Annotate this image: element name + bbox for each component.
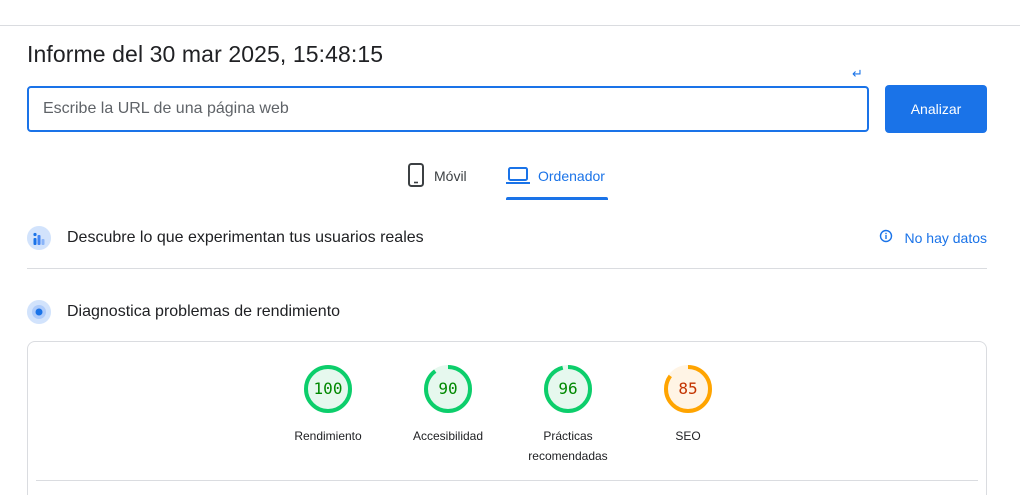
score-label: Rendimiento	[294, 429, 362, 443]
score-gauge-best-practices[interactable]: 96 Prácticas recomendadas	[513, 364, 623, 466]
tab-desktop[interactable]: Ordenador	[506, 162, 605, 200]
url-input[interactable]	[27, 86, 869, 132]
score-label: SEO	[675, 429, 701, 443]
crux-section-header: Descubre lo que experimentan tus usuario…	[27, 226, 987, 250]
analyze-button[interactable]: Analizar	[885, 85, 987, 133]
crux-section-title: Descubre lo que experimentan tus usuario…	[67, 229, 424, 246]
no-data-link[interactable]: No hay datos	[879, 229, 988, 246]
score-value: 96	[558, 379, 578, 398]
tab-mobile-label: Móvil	[434, 168, 467, 184]
lighthouse-icon	[27, 300, 51, 324]
diagnostics-section-title: Diagnostica problemas de rendimiento	[67, 303, 341, 320]
report-title: Informe del 30 mar 2025, 15:48:15	[27, 41, 384, 67]
score-label: Accesibilidad	[412, 429, 484, 443]
users-chart-icon	[27, 226, 51, 250]
score-value: 90	[438, 379, 458, 398]
score-gauge-performance[interactable]: 100 Rendimiento	[273, 364, 383, 446]
phone-icon	[406, 162, 426, 193]
score-ring: 96	[543, 364, 593, 414]
top-divider	[0, 25, 1020, 26]
score-ring: 85	[663, 364, 713, 414]
laptop-icon	[506, 162, 530, 193]
score-ring: 90	[423, 364, 473, 414]
score-label: Prácticas recomendadas	[528, 429, 608, 463]
tab-desktop-label: Ordenador	[538, 168, 605, 184]
info-icon	[879, 229, 893, 246]
scores-card: 100 Rendimiento 90 Accesibilidad 96 Prác…	[27, 341, 987, 495]
score-value: 100	[313, 379, 343, 398]
score-gauge-accessibility[interactable]: 90 Accesibilidad	[393, 364, 503, 446]
enter-key-icon: ↵	[852, 66, 863, 81]
score-value: 85	[678, 379, 698, 398]
no-data-label: No hay datos	[904, 229, 988, 246]
score-ring: 100	[303, 364, 353, 414]
section-divider	[27, 268, 987, 269]
score-gauge-seo[interactable]: 85 SEO	[633, 364, 743, 446]
card-divider	[36, 480, 978, 481]
diagnostics-section-header: Diagnostica problemas de rendimiento	[27, 300, 987, 324]
active-tab-indicator	[506, 197, 608, 200]
tab-mobile[interactable]: Móvil	[406, 162, 467, 200]
